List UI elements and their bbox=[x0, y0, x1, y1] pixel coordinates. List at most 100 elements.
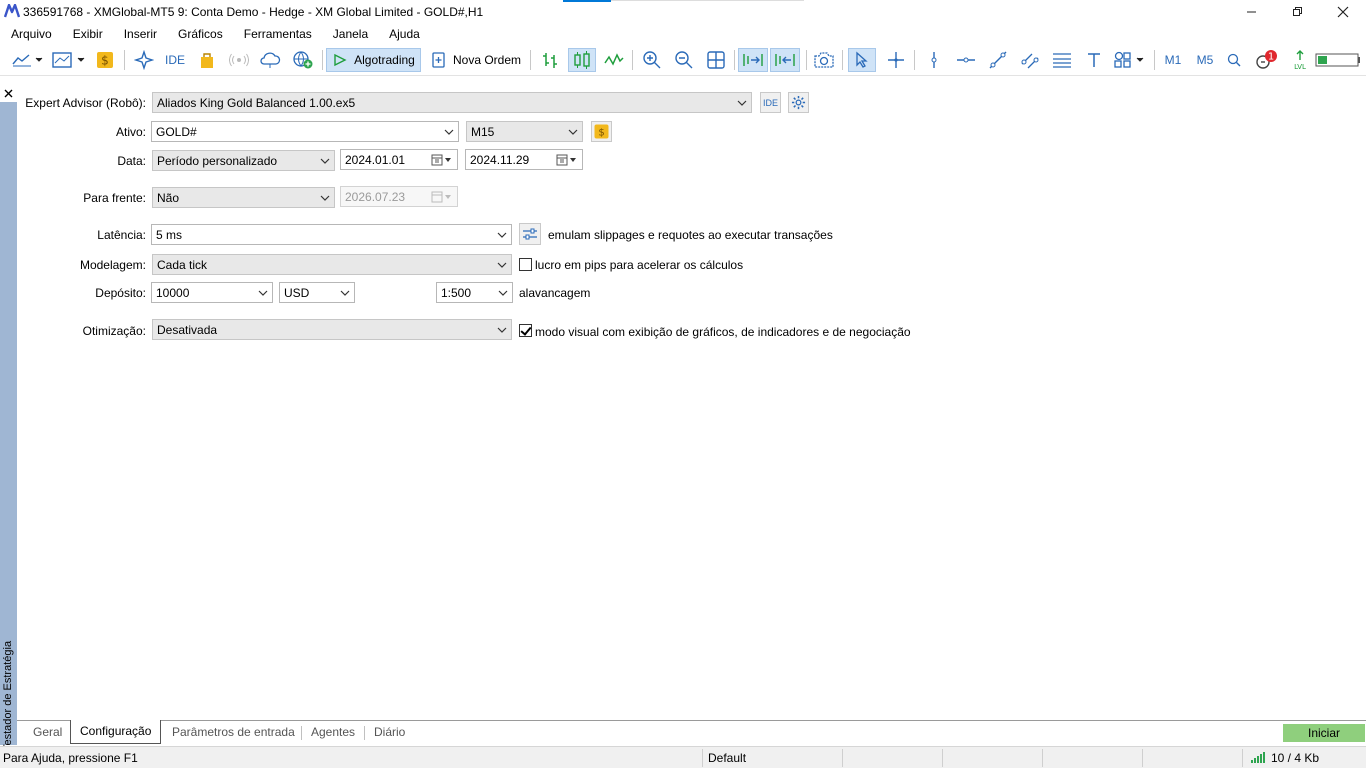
toolbar-separator bbox=[914, 50, 915, 70]
new-order-label: Nova Ordem bbox=[452, 53, 522, 67]
trendline-tool-button[interactable] bbox=[986, 48, 1010, 72]
notifications-button[interactable]: 1 bbox=[1252, 48, 1280, 72]
date-label: Data: bbox=[117, 154, 146, 168]
profiles-button[interactable] bbox=[50, 48, 88, 72]
tile-windows-button[interactable] bbox=[704, 48, 728, 72]
calendar-dropdown-icon bbox=[431, 191, 451, 203]
calendar-dropdown-icon bbox=[556, 154, 576, 166]
pips-checkbox[interactable] bbox=[519, 258, 532, 271]
date-mode-value: Período personalizado bbox=[157, 154, 278, 168]
forward-value: Não bbox=[157, 191, 180, 205]
visual-mode-checkbox[interactable] bbox=[519, 324, 532, 337]
shapes-tool-button[interactable] bbox=[1112, 48, 1148, 72]
zoom-out-button[interactable] bbox=[672, 48, 696, 72]
ide-button[interactable]: IDE bbox=[162, 48, 188, 72]
status-separator bbox=[1142, 749, 1143, 767]
timeframe-m1-button[interactable]: M1 bbox=[1160, 48, 1186, 72]
date-to-picker[interactable]: 2024.11.29 bbox=[465, 149, 583, 170]
model-value: Cada tick bbox=[157, 258, 208, 272]
title-accent-line-secondary bbox=[611, 0, 804, 1]
screenshot-button[interactable] bbox=[812, 48, 836, 72]
menu-janela[interactable]: Janela bbox=[322, 27, 378, 41]
vertical-line-tool-button[interactable] bbox=[922, 48, 946, 72]
forward-date-picker[interactable]: 2026.07.23 bbox=[340, 186, 458, 207]
new-order-button[interactable]: Nova Ordem bbox=[428, 48, 524, 72]
status-help-text: Para Ajuda, pressione F1 bbox=[3, 751, 138, 765]
symbol-market-button[interactable]: $ bbox=[591, 121, 612, 142]
horizontal-line-icon bbox=[957, 57, 975, 63]
search-button[interactable] bbox=[1224, 48, 1244, 72]
expert-ide-button[interactable]: IDE bbox=[760, 92, 781, 113]
restore-button[interactable] bbox=[1274, 0, 1320, 23]
tab-diario[interactable]: Diário bbox=[365, 721, 414, 744]
tab-parametros[interactable]: Parâmetros de entrada bbox=[163, 721, 304, 744]
latency-value: 5 ms bbox=[156, 228, 183, 242]
chevron-down-icon bbox=[497, 327, 507, 333]
candlestick-chart-button[interactable] bbox=[568, 48, 596, 72]
tab-configuracao[interactable]: Configuração bbox=[70, 720, 162, 744]
timeframe-m5-label: M5 bbox=[1196, 53, 1214, 67]
menu-inserir[interactable]: Inserir bbox=[113, 27, 167, 41]
fibonacci-tool-button[interactable] bbox=[1050, 48, 1074, 72]
leverage-select[interactable]: 1:500 bbox=[436, 282, 513, 303]
timeframe-m5-button[interactable]: M5 bbox=[1192, 48, 1218, 72]
optimization-select[interactable]: Desativada bbox=[152, 319, 512, 340]
crosshair-tool-button[interactable] bbox=[884, 48, 908, 72]
bars-icon bbox=[543, 53, 557, 68]
radio-button-tool[interactable] bbox=[228, 48, 250, 72]
signal-level-button[interactable]: LVL bbox=[1290, 48, 1310, 72]
market-button[interactable]: $ bbox=[94, 48, 116, 72]
tab-geral[interactable]: Geral bbox=[24, 721, 71, 744]
latency-select[interactable]: 5 ms bbox=[151, 224, 512, 245]
auto-scroll-button[interactable] bbox=[738, 48, 768, 72]
minimize-button[interactable] bbox=[1228, 0, 1274, 23]
forward-select[interactable]: Não bbox=[152, 187, 335, 208]
menu-ajuda[interactable]: Ajuda bbox=[378, 27, 430, 41]
expert-settings-button[interactable] bbox=[788, 92, 809, 113]
text-tool-button[interactable] bbox=[1082, 48, 1106, 72]
zoom-in-button[interactable] bbox=[640, 48, 664, 72]
chart-window-dropdown-icon bbox=[52, 52, 85, 68]
fibonacci-icon bbox=[1053, 53, 1071, 68]
algotrading-button[interactable]: Algotrading bbox=[326, 48, 421, 72]
shop-button[interactable] bbox=[196, 48, 218, 72]
menu-exibir[interactable]: Exibir bbox=[62, 27, 113, 41]
menu-graficos[interactable]: Gráficos bbox=[167, 27, 233, 41]
tab-agentes[interactable]: Agentes bbox=[302, 721, 364, 744]
cloud-button[interactable] bbox=[258, 48, 282, 72]
date-mode-select[interactable]: Período personalizado bbox=[152, 150, 335, 171]
horizontal-line-tool-button[interactable] bbox=[954, 48, 978, 72]
line-chart-button[interactable] bbox=[602, 48, 626, 72]
deposit-select[interactable]: 10000 bbox=[151, 282, 273, 303]
line-chart-dropdown-icon bbox=[12, 54, 43, 67]
close-icon bbox=[4, 89, 13, 98]
new-chart-button[interactable] bbox=[10, 48, 46, 72]
start-button[interactable]: Iniciar bbox=[1283, 724, 1365, 742]
date-from-picker[interactable]: 2024.01.01 bbox=[340, 149, 458, 170]
channel-tool-button[interactable] bbox=[1018, 48, 1042, 72]
expert-label: Expert Advisor (Robô): bbox=[25, 96, 146, 110]
currency-select[interactable]: USD bbox=[279, 282, 355, 303]
bar-chart-button[interactable] bbox=[538, 48, 562, 72]
metatrader-logo-icon bbox=[4, 4, 20, 18]
broadcast-icon bbox=[229, 53, 249, 67]
close-panel-button[interactable] bbox=[0, 85, 17, 102]
menu-ferramentas[interactable]: Ferramentas bbox=[233, 27, 322, 41]
chevron-down-icon bbox=[568, 129, 578, 135]
chart-shift-button[interactable] bbox=[770, 48, 800, 72]
vertical-line-icon bbox=[931, 52, 937, 68]
vps-button[interactable] bbox=[290, 48, 316, 72]
latency-settings-button[interactable] bbox=[519, 223, 541, 245]
signals-button[interactable] bbox=[132, 48, 156, 72]
symbol-select[interactable]: GOLD# bbox=[151, 121, 459, 142]
strategy-tester-label: Testador de Estratégia bbox=[2, 640, 14, 751]
expert-select[interactable]: Aliados King Gold Balanced 1.00.ex5 bbox=[152, 92, 752, 113]
camera-icon bbox=[814, 52, 834, 68]
timeframe-select[interactable]: M15 bbox=[466, 121, 583, 142]
cursor-tool-button[interactable] bbox=[848, 48, 876, 72]
toolbar-separator bbox=[806, 50, 807, 70]
menu-bar: Arquivo Exibir Inserir Gráficos Ferramen… bbox=[0, 23, 1366, 44]
model-select[interactable]: Cada tick bbox=[152, 254, 512, 275]
close-window-button[interactable] bbox=[1320, 0, 1366, 23]
menu-arquivo[interactable]: Arquivo bbox=[0, 27, 62, 41]
